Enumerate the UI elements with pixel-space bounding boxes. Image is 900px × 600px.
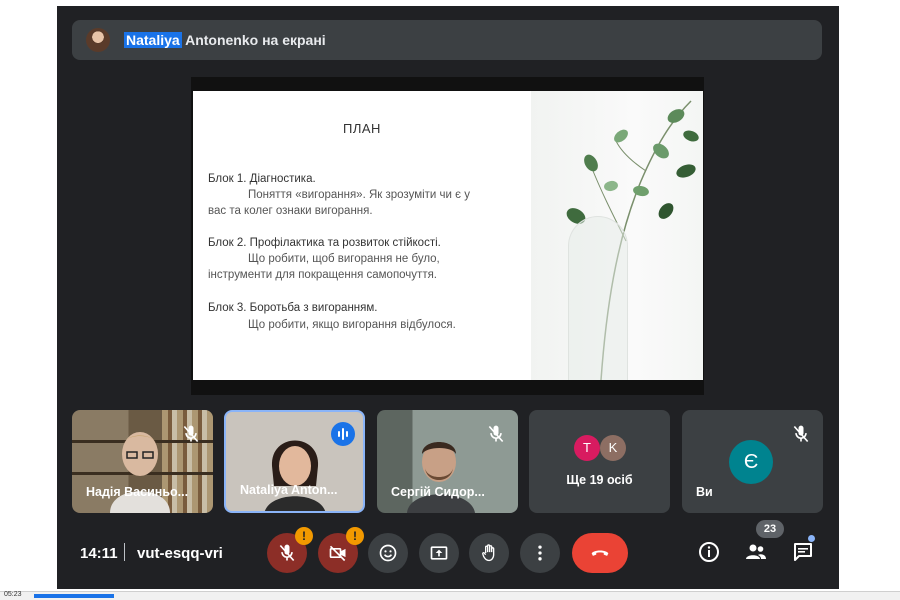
more-participants-tile[interactable]: T K Ще 19 осіб <box>529 410 670 513</box>
presenter-avatar <box>86 28 110 52</box>
participant-avatar: K <box>600 435 626 461</box>
meeting-time: 14:11 <box>80 545 118 562</box>
mic-off-icon <box>279 544 295 562</box>
playback-progress[interactable] <box>34 594 114 598</box>
block-2-heading: Блок 2. Профілактика та розвиток стійкос… <box>208 237 441 249</box>
self-avatar: Є <box>729 440 773 484</box>
participant-tile[interactable]: Сергій Сидор... <box>377 410 518 513</box>
participant-video <box>407 442 475 513</box>
leave-call-button[interactable] <box>572 533 628 573</box>
block-1-heading: Блок 1. Діагностика. <box>208 173 316 185</box>
block-1-line-2: вас та колег ознаки вигорання. <box>208 205 373 217</box>
block-2-line-2: інструменти для покращення самопочуття. <box>208 269 438 281</box>
present-button[interactable] <box>419 533 459 573</box>
warning-icon: ! <box>346 527 364 545</box>
people-icon[interactable] <box>744 540 768 564</box>
mic-toggle-button[interactable]: ! <box>267 527 313 573</box>
more-options-button[interactable] <box>520 533 560 573</box>
chat-icon[interactable] <box>791 540 815 564</box>
mic-muted-icon <box>793 425 809 443</box>
presenter-label: Nataliya Antonenko на екрані <box>124 32 326 48</box>
end-call-icon <box>591 550 609 556</box>
presenter-name-rest: Antonenko на екрані <box>185 32 326 48</box>
info-icon[interactable] <box>697 540 721 564</box>
self-tile[interactable]: Є Ви <box>682 410 823 513</box>
presenter-name-highlight: Nataliya <box>124 32 182 48</box>
raise-hand-icon <box>482 544 495 562</box>
mic-muted-icon <box>488 425 504 443</box>
warning-icon: ! <box>295 527 313 545</box>
speaking-indicator-icon <box>331 422 355 446</box>
self-name: Ви <box>696 485 713 499</box>
participant-name: Надія Васиньо... <box>86 485 189 499</box>
slide-title: ПЛАН <box>343 121 381 136</box>
slide-vase <box>568 216 628 380</box>
separator <box>124 543 125 561</box>
present-icon <box>430 546 448 560</box>
participant-tile-speaking[interactable]: Nataliya Anton... <box>224 410 365 513</box>
participant-video <box>110 432 170 513</box>
chat-notification-dot <box>808 535 815 542</box>
participant-avatar: T <box>574 435 600 461</box>
participants-count-badge: 23 <box>756 520 784 538</box>
meeting-code: vut-esqq-vri <box>137 545 223 562</box>
block-2-line-1: Що робити, щоб вигорання не було, <box>248 253 440 265</box>
participant-name: Сергій Сидор... <box>391 485 485 499</box>
raise-hand-button[interactable] <box>469 533 509 573</box>
camera-off-icon <box>329 545 346 562</box>
status-bar <box>0 591 900 600</box>
more-participants-label: Ще 19 осіб <box>566 473 633 487</box>
mic-muted-icon <box>183 425 199 443</box>
presentation-slide: ПЛАН Блок 1. Діагностика. Поняття «вигор… <box>193 91 703 380</box>
camera-toggle-button[interactable]: ! <box>318 527 364 573</box>
status-time: 05:23 <box>4 591 22 598</box>
reactions-button[interactable] <box>368 533 408 573</box>
participant-video <box>265 440 325 511</box>
emoji-icon <box>379 544 397 562</box>
participant-tile[interactable]: Надія Васиньо... <box>72 410 213 513</box>
more-vert-icon <box>538 545 542 561</box>
block-3-line-1: Що робити, якщо вигорання відбулося. <box>248 319 456 331</box>
participant-name: Nataliya Anton... <box>240 483 338 497</box>
block-3-heading: Блок 3. Боротьба з вигоранням. <box>208 302 378 314</box>
block-1-line-1: Поняття «вигорання». Як зрозуміти чи є у <box>248 189 470 201</box>
